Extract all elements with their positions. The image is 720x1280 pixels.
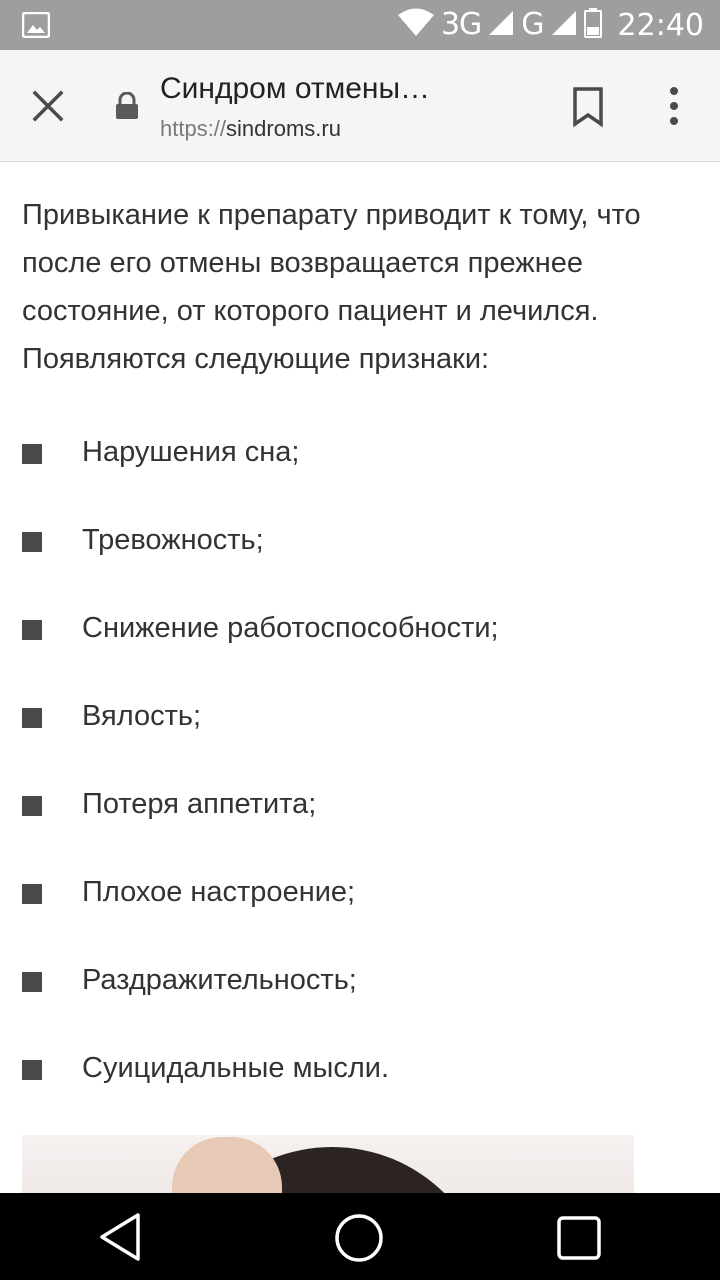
page-content[interactable]: Привыкание к препарату приводит к тому, …	[0, 163, 720, 1193]
hand-shape	[172, 1137, 282, 1193]
cell-signal-icon	[487, 9, 515, 41]
close-icon[interactable]	[22, 80, 74, 132]
square-bullet-icon	[22, 708, 42, 728]
list-item-text: Раздражительность;	[82, 964, 357, 996]
url-bar[interactable]: https://sindroms.ru	[160, 116, 341, 142]
lock-icon	[114, 91, 140, 120]
square-bullet-icon	[22, 620, 42, 640]
list-item: Снижение работоспособности;	[22, 612, 682, 652]
list-item: Раздражительность;	[22, 964, 682, 1004]
status-icons: 3G G 22:40	[397, 0, 704, 50]
battery-icon	[583, 8, 602, 42]
list-item: Плохое настроение;	[22, 876, 682, 916]
image-notification-icon	[21, 11, 51, 39]
bookmark-icon[interactable]	[566, 84, 610, 128]
network-type-label-secondary: G	[521, 7, 544, 42]
wifi-icon	[397, 8, 435, 42]
cell-signal-icon-secondary	[550, 9, 578, 41]
back-icon[interactable]	[96, 1211, 144, 1263]
list-item-text: Вялость;	[82, 700, 202, 732]
list-item-text: Снижение работоспособности;	[82, 612, 499, 644]
square-bullet-icon	[22, 1060, 42, 1080]
list-item-text: Тревожность;	[82, 524, 264, 556]
list-item: Потеря аппетита;	[22, 788, 682, 828]
clipped-heading	[22, 163, 31, 176]
square-bullet-icon	[22, 444, 42, 464]
list-item: Вялость;	[22, 700, 682, 740]
list-item: Нарушения сна;	[22, 436, 682, 476]
more-vert-icon[interactable]	[654, 84, 694, 128]
square-bullet-icon	[22, 796, 42, 816]
home-icon[interactable]	[334, 1213, 384, 1263]
square-bullet-icon	[22, 884, 42, 904]
list-item-text: Нарушения сна;	[82, 436, 300, 468]
status-bar: 3G G 22:40	[0, 0, 720, 50]
list-item-text: Суицидальные мысли.	[82, 1052, 390, 1084]
page-title[interactable]: Синдром отмены…	[160, 72, 430, 106]
browser-toolbar: Синдром отмены… https://sindroms.ru	[0, 50, 720, 162]
network-type-label: 3G	[440, 7, 482, 42]
recents-icon[interactable]	[556, 1215, 602, 1261]
square-bullet-icon	[22, 972, 42, 992]
list-item-text: Потеря аппетита;	[82, 788, 317, 820]
list-item: Тревожность;	[22, 524, 682, 564]
url-scheme: https://	[160, 116, 227, 141]
url-host: sindroms.ru	[226, 116, 341, 141]
square-bullet-icon	[22, 532, 42, 552]
list-item: Суицидальные мысли.	[22, 1052, 682, 1092]
list-item-text: Плохое настроение;	[82, 876, 356, 908]
article-paragraph: Привыкание к препарату приводит к тому, …	[22, 199, 641, 375]
article-image	[22, 1135, 634, 1193]
navigation-bar	[0, 1193, 720, 1280]
clock: 22:40	[617, 7, 704, 43]
